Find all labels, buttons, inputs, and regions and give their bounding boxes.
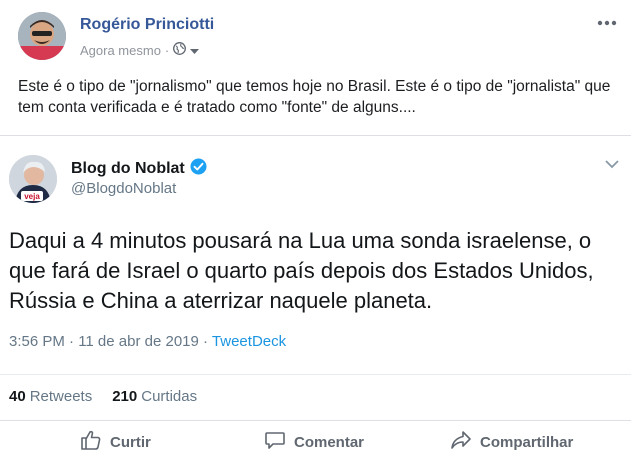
post-header: Rogério Princiotti Agora mesmo · xyxy=(18,12,618,64)
tweet-handle[interactable]: @BlogdoNoblat xyxy=(71,180,176,197)
post-meta: Agora mesmo · xyxy=(80,42,200,58)
tweet-author-label: Blog do Noblat xyxy=(71,160,185,177)
tweet-source-link[interactable]: TweetDeck xyxy=(212,333,286,350)
privacy-chevron-down-icon[interactable] xyxy=(190,43,200,58)
comment-button[interactable]: Comentar xyxy=(264,428,364,456)
divider xyxy=(0,374,631,375)
tweet-author-name[interactable]: Blog do Noblat xyxy=(71,158,207,180)
comment-icon xyxy=(264,429,286,455)
tweet-text: Daqui a 4 minutos pousará na Lua uma son… xyxy=(9,228,594,313)
post-text: Este é o tipo de "jornalismo" que temos … xyxy=(18,78,611,116)
likes-label: Curtidas xyxy=(141,388,198,405)
author-avatar[interactable] xyxy=(18,12,66,60)
like-label: Curtir xyxy=(110,433,151,451)
share-label: Compartilhar xyxy=(480,433,574,451)
like-button[interactable]: Curtir xyxy=(80,428,151,456)
retweets-stat[interactable]: 40 Retweets xyxy=(9,388,92,405)
retweets-label: Retweets xyxy=(29,388,93,405)
action-bar: Curtir Comentar Compartilhar xyxy=(0,424,631,460)
globe-icon[interactable] xyxy=(173,42,187,58)
tweet-date[interactable]: 3:56 PM · 11 de abr de 2019 · xyxy=(9,333,212,350)
verified-badge-icon xyxy=(190,158,207,180)
tweet-timestamp: 3:56 PM · 11 de abr de 2019 · TweetDeck xyxy=(9,333,286,350)
likes-count: 210 xyxy=(112,388,138,405)
svg-text:veja: veja xyxy=(24,192,40,201)
meta-separator: · xyxy=(164,42,170,58)
embedded-tweet[interactable]: veja Blog do Noblat @BlogdoNoblat Daqui … xyxy=(0,136,631,368)
tweet-stats: 40 Retweets 210 Curtidas xyxy=(9,388,217,405)
thumbs-up-icon xyxy=(80,429,102,455)
more-options-icon[interactable] xyxy=(596,16,618,30)
likes-stat[interactable]: 210 Curtidas xyxy=(112,388,197,405)
author-name[interactable]: Rogério Princiotti xyxy=(80,16,214,34)
retweets-count: 40 xyxy=(9,388,26,405)
share-button[interactable]: Compartilhar xyxy=(450,428,573,456)
comment-label: Comentar xyxy=(294,433,365,451)
share-icon xyxy=(450,429,472,455)
tweet-avatar[interactable]: veja xyxy=(9,155,57,203)
post-time[interactable]: Agora mesmo xyxy=(80,43,161,58)
tweet-chevron-down-icon[interactable] xyxy=(605,156,619,169)
divider xyxy=(0,420,631,421)
